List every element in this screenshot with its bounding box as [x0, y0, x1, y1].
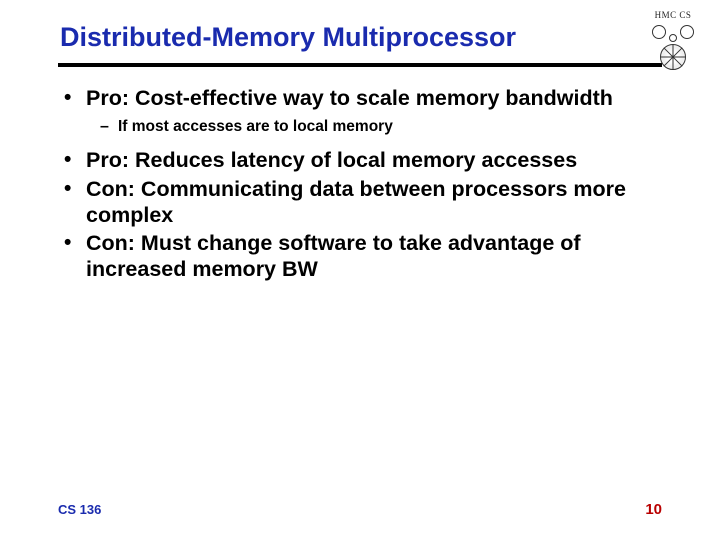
page-title: Distributed-Memory Multiprocessor [60, 22, 660, 53]
slide: HMC CS Distributed-Memory Multiprocessor… [0, 0, 720, 540]
logo-text: HMC CS [644, 10, 702, 20]
bullet-text: Con: Communicating data between processo… [86, 177, 626, 227]
course-code: CS 136 [58, 502, 101, 517]
page-number: 10 [645, 501, 662, 518]
sub-bullet-text: If most accesses are to local memory [118, 118, 393, 135]
bullet-text: Con: Must change software to take advant… [86, 231, 581, 281]
bullet-list: Pro: Cost-effective way to scale memory … [58, 85, 662, 282]
bullet-item: Pro: Cost-effective way to scale memory … [58, 85, 662, 137]
sub-bullet-list: If most accesses are to local memory [86, 117, 662, 137]
bullet-item: Pro: Reduces latency of local memory acc… [58, 147, 662, 173]
bullet-text: Pro: Reduces latency of local memory acc… [86, 148, 577, 172]
logo-ornament [650, 22, 696, 42]
bullet-item: Con: Communicating data between processo… [58, 176, 662, 228]
title-area: Distributed-Memory Multiprocessor [0, 0, 720, 59]
footer: CS 136 10 [0, 501, 720, 518]
bullet-item: Con: Must change software to take advant… [58, 230, 662, 282]
bullet-text: Pro: Cost-effective way to scale memory … [86, 86, 613, 110]
content-area: Pro: Cost-effective way to scale memory … [0, 67, 720, 282]
wheel-icon [660, 44, 686, 70]
institution-logo: HMC CS [644, 10, 702, 78]
sub-bullet-item: If most accesses are to local memory [86, 117, 662, 137]
